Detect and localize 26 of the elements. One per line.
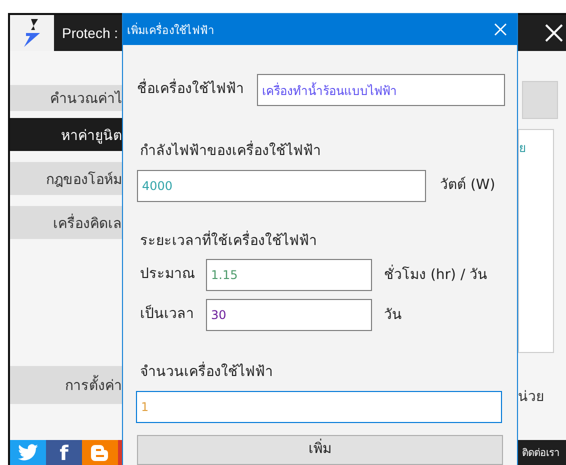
field-label: เป็นเวลา [140,305,195,324]
unit-label: น่วย [518,388,545,407]
unit-label: วัตต์ (W) [440,176,496,195]
section-label: จำนวนเครื่องใช้ไฟฟ้า [137,363,504,383]
section-label: กำลังไฟฟ้าของเครื่องใช้ไฟฟ้า [137,142,504,162]
add-button[interactable]: เพิ่ม [137,434,503,465]
text-field[interactable]: 30 [206,299,372,332]
facebook-icon[interactable]: f [46,440,82,465]
blog-icon[interactable] [82,440,118,465]
section-label: ระยะเวลาที่ใช้เครื่องใช้ไฟฟ้า [139,232,318,251]
field-label: ชื่อเครื่องใช้ไฟฟ้า [137,80,244,100]
contact-link[interactable]: ติดต่อเรา [522,445,566,460]
sidebar-item[interactable]: การตั้งค่า [10,366,122,404]
lightning-icon [22,19,42,47]
dialog-title: เพิ่มเครื่องใช้ไฟฟ้า [127,22,214,38]
sidebar-item[interactable]: กฎของโอห์ม [10,162,122,195]
sidebar-item[interactable]: เครื่องคิดเล [10,206,122,239]
list-text: ย [519,140,527,157]
field-label: ประมาณ [140,265,196,284]
window-title: Protech : [62,25,118,41]
unit-label: ชั่วโมง (hr) / วัน [383,264,489,285]
bird-icon[interactable] [10,440,46,465]
text-field[interactable]: เครื่องทำน้ำร้อนแบบไฟฟ้า [257,74,505,106]
sidebar-item[interactable]: หาค่ายูนิต [10,118,122,151]
sidebar-item[interactable]: คำนวณค่าไ [10,85,122,111]
unit-label: วัน [383,306,403,325]
